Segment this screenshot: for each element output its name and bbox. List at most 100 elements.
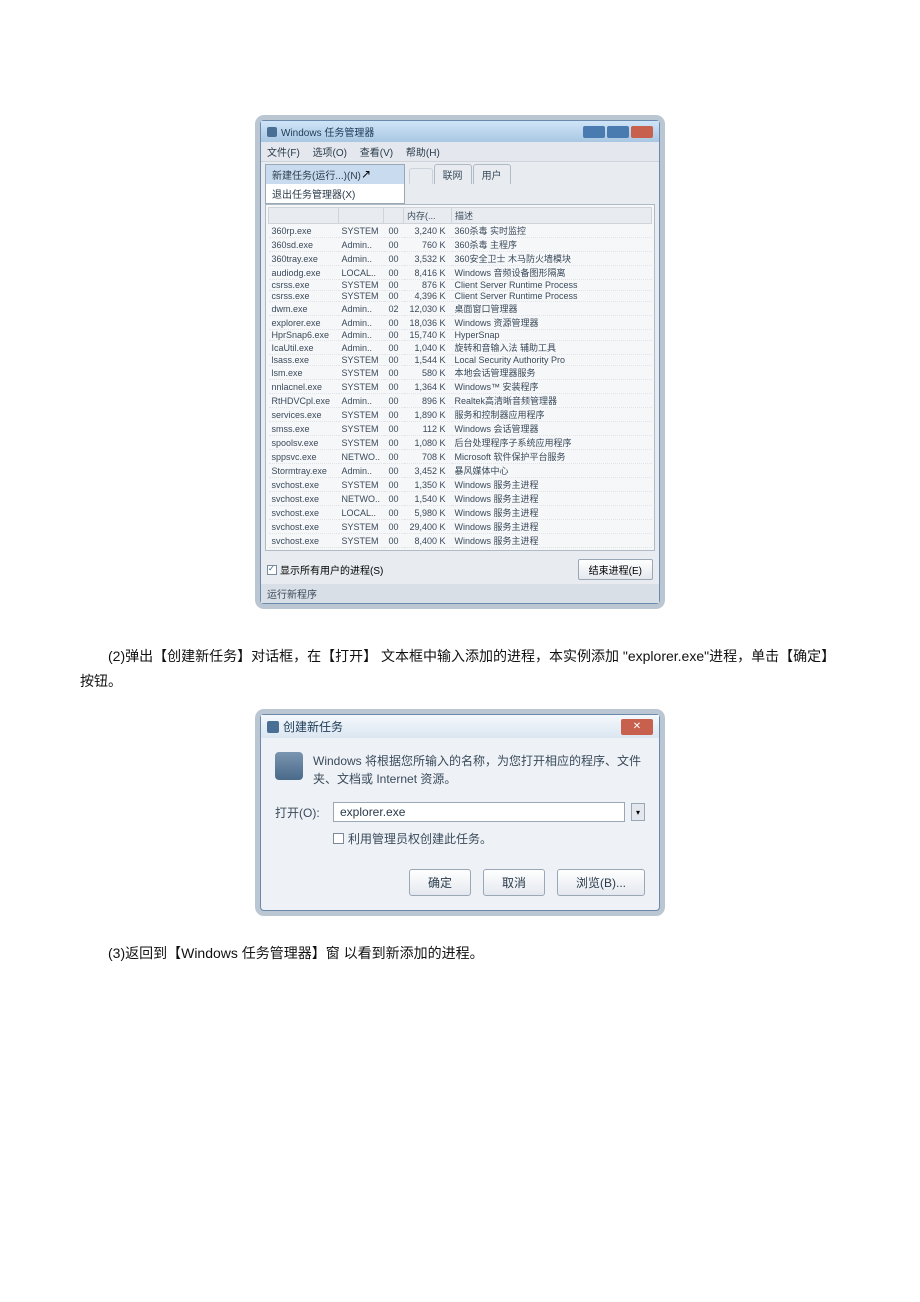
open-input[interactable]: explorer.exe (333, 802, 625, 822)
table-row[interactable]: HprSnap6.exeAdmin..0015,740 KHyperSnap (269, 330, 652, 341)
table-row[interactable]: svchost.exeLOCAL..005,980 KWindows 服务主进程 (269, 506, 652, 520)
open-label: 打开(O): (275, 804, 327, 821)
cell-cpu: 00 (384, 408, 404, 422)
menu-view[interactable]: 查看(V) (360, 148, 393, 159)
cell-mem: 1,040 K (404, 341, 452, 355)
browse-button[interactable]: 浏览(B)... (557, 869, 645, 896)
table-row[interactable]: lsm.exeSYSTEM00580 K本地会话管理器服务 (269, 366, 652, 380)
minimize-button[interactable] (583, 126, 605, 138)
close-button[interactable] (631, 126, 653, 138)
menu-help[interactable]: 帮助(H) (406, 148, 440, 159)
table-row[interactable]: lsass.exeSYSTEM001,544 KLocal Security A… (269, 355, 652, 366)
tab-users[interactable]: 用户 (473, 164, 511, 184)
table-row[interactable]: audiodg.exeLOCAL..008,416 KWindows 音频设备图… (269, 266, 652, 280)
cell-desc: 后台处理程序子系统应用程序 (452, 436, 652, 450)
cell-mem: 112 K (404, 422, 452, 436)
menu-new-task[interactable]: 新建任务(运行...)(N) (266, 165, 404, 184)
cell-cpu: 00 (384, 464, 404, 478)
menu-file[interactable]: 文件(F) (267, 148, 300, 159)
paragraph-step-3: (3)返回到【Windows 任务管理器】窗 以看到新添加的进程。 (80, 941, 840, 966)
tab-networking[interactable]: 联网 (434, 164, 472, 184)
dialog-icon (267, 721, 279, 733)
cell-desc: Windows 音频设备图形隔离 (452, 266, 652, 280)
cell-cpu: 00 (384, 436, 404, 450)
dialog-button-row: 确定 取消 浏览(B)... (261, 861, 659, 910)
table-row[interactable]: svchost.exeSYSTEM001,350 KWindows 服务主进程 (269, 478, 652, 492)
col-user[interactable] (339, 208, 384, 224)
col-cpu[interactable] (384, 208, 404, 224)
show-all-users-check[interactable]: 显示所有用户的进程(S) (267, 562, 383, 577)
cell-cpu: 00 (384, 478, 404, 492)
end-process-button[interactable]: 结束进程(E) (578, 559, 653, 580)
cell-cpu: 00 (384, 520, 404, 534)
table-row[interactable]: dwm.exeAdmin..0212,030 K桌面窗口管理器 (269, 302, 652, 316)
cell-name: csrss.exe (269, 291, 339, 302)
table-row[interactable]: RtHDVCpl.exeAdmin..00896 KRealtek高清晰音频管理… (269, 394, 652, 408)
cell-user: Admin.. (339, 252, 384, 266)
table-row[interactable]: svchost.exeSYSTEM008,400 KWindows 服务主进程 (269, 534, 652, 548)
maximize-button[interactable] (607, 126, 629, 138)
cell-mem: 12,030 K (404, 302, 452, 316)
table-row[interactable]: 360tray.exeAdmin..003,532 K360安全卫士 木马防火墙… (269, 252, 652, 266)
admin-check-row[interactable]: 利用管理员权创建此任务。 (275, 830, 645, 847)
table-row[interactable]: sppsvc.exeNETWO..00708 KMicrosoft 软件保护平台… (269, 450, 652, 464)
cell-mem: 5,980 K (404, 506, 452, 520)
table-row[interactable]: services.exeSYSTEM001,890 K服务和控制器应用程序 (269, 408, 652, 422)
table-row[interactable]: 360sd.exeAdmin..00760 K360杀毒 主程序 (269, 238, 652, 252)
table-row[interactable]: csrss.exeSYSTEM00876 KClient Server Runt… (269, 280, 652, 291)
cell-name: sppsvc.exe (269, 450, 339, 464)
menu-options[interactable]: 选项(O) (313, 148, 347, 159)
cell-name: csrss.exe (269, 280, 339, 291)
ok-button[interactable]: 确定 (409, 869, 471, 896)
table-row[interactable]: spoolsv.exeSYSTEM001,080 K后台处理程序子系统应用程序 (269, 436, 652, 450)
table-row[interactable]: smss.exeSYSTEM00112 KWindows 会话管理器 (269, 422, 652, 436)
table-row[interactable]: IcaUtil.exeAdmin..001,040 K旋转和音输入法 辅助工具 (269, 341, 652, 355)
admin-check-label: 利用管理员权创建此任务。 (348, 830, 492, 847)
create-task-titlebar: 创建新任务 ✕ (261, 715, 659, 738)
cell-name: lsm.exe (269, 366, 339, 380)
cell-user: NETWO.. (339, 492, 384, 506)
cell-cpu: 00 (384, 238, 404, 252)
cell-mem: 896 K (404, 394, 452, 408)
cell-mem: 29,400 K (404, 520, 452, 534)
table-row[interactable]: nnlacnel.exeSYSTEM001,364 KWindows™ 安装程序 (269, 380, 652, 394)
cell-user: Admin.. (339, 464, 384, 478)
cancel-button[interactable]: 取消 (483, 869, 545, 896)
col-name[interactable] (269, 208, 339, 224)
cell-name: 360rp.exe (269, 224, 339, 238)
cell-mem: 3,532 K (404, 252, 452, 266)
tab-hidden-1[interactable] (409, 168, 433, 184)
col-desc[interactable]: 描述 (452, 208, 652, 224)
table-row[interactable]: svchost.exeNETWO..001,540 KWindows 服务主进程 (269, 492, 652, 506)
cell-cpu: 00 (384, 506, 404, 520)
menu-exit[interactable]: 退出任务管理器(X) (266, 184, 404, 203)
table-row[interactable]: csrss.exeSYSTEM004,396 KClient Server Ru… (269, 291, 652, 302)
cell-cpu: 00 (384, 280, 404, 291)
cell-name: RtHDVCpl.exe (269, 394, 339, 408)
run-icon (275, 752, 303, 780)
table-row[interactable]: 360rp.exeSYSTEM003,240 K360杀毒 实时监控 (269, 224, 652, 238)
cell-user: SYSTEM (339, 355, 384, 366)
cell-desc: 旋转和音输入法 辅助工具 (452, 341, 652, 355)
dialog-close-button[interactable]: ✕ (621, 719, 653, 735)
cell-user: Admin.. (339, 394, 384, 408)
cell-user: Admin.. (339, 341, 384, 355)
cell-desc: Local Security Authority Pro (452, 355, 652, 366)
cell-name: svchost.exe (269, 520, 339, 534)
cell-mem: 3,240 K (404, 224, 452, 238)
task-manager-footer: 显示所有用户的进程(S) 结束进程(E) (261, 555, 659, 584)
col-mem[interactable]: 内存(... (404, 208, 452, 224)
cell-cpu: 00 (384, 355, 404, 366)
cell-name: audiodg.exe (269, 266, 339, 280)
cell-mem: 760 K (404, 238, 452, 252)
cell-cpu: 02 (384, 302, 404, 316)
table-row[interactable]: Stormtray.exeAdmin..003,452 K暴风媒体中心 (269, 464, 652, 478)
create-task-dialog: 创建新任务 ✕ Windows 将根据您所输入的名称，为您打开相应的程序、文件夹… (260, 714, 660, 911)
table-row[interactable]: svchost.exeSYSTEM0029,400 KWindows 服务主进程 (269, 520, 652, 534)
cell-cpu: 00 (384, 252, 404, 266)
dialog-message-row: Windows 将根据您所输入的名称，为您打开相应的程序、文件夹、文档或 Int… (275, 752, 645, 788)
table-row[interactable]: explorer.exeAdmin..0018,036 KWindows 资源管… (269, 316, 652, 330)
cell-cpu: 00 (384, 394, 404, 408)
cell-user: SYSTEM (339, 366, 384, 380)
open-dropdown-button[interactable]: ▾ (631, 803, 645, 821)
